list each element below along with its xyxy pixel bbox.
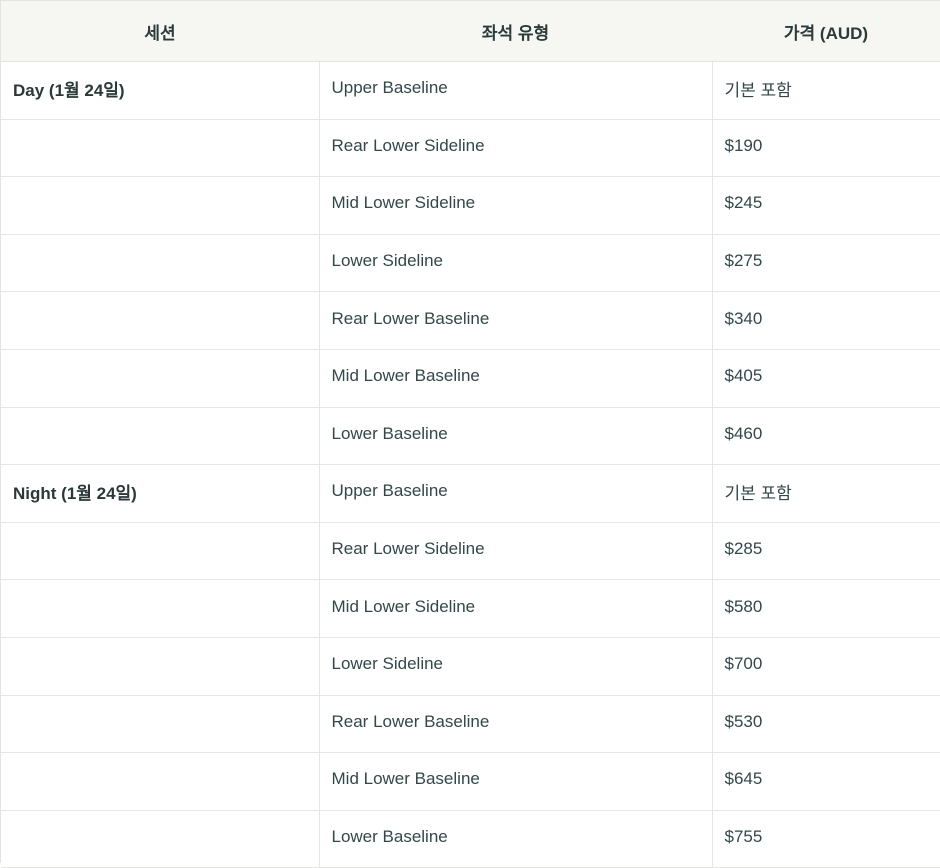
price-cell: $285	[712, 522, 940, 581]
seat-type-cell: Rear Lower Sideline	[318, 522, 713, 581]
price-label: $340	[724, 308, 763, 328]
price-cell: $645	[712, 752, 940, 811]
price-label: 기본 포함	[724, 483, 792, 503]
session-label: Night (1월 24일)	[13, 483, 137, 503]
seat-type-label: Lower Baseline	[331, 827, 448, 847]
session-cell	[1, 579, 319, 638]
price-cell: $340	[712, 291, 940, 350]
seat-type-cell: Lower Sideline	[318, 234, 713, 293]
seat-type-cell: Upper Baseline	[318, 61, 713, 120]
seat-type-cell: Mid Lower Sideline	[318, 176, 713, 235]
table-row: Rear Lower Sideline $285	[1, 522, 940, 581]
seat-type-cell: Rear Lower Baseline	[318, 291, 713, 350]
header-seat-type: 좌석 유형	[319, 0, 712, 62]
price-cell: $190	[712, 119, 940, 178]
price-cell: $405	[712, 349, 940, 408]
price-label: $700	[724, 654, 763, 674]
table-body: Day (1월 24일) Upper Baseline 기본 포함 Rear Lowe…	[1, 61, 940, 868]
seat-type-label: Mid Lower Baseline	[331, 366, 480, 386]
header-price: 가격 (AUD)	[712, 0, 940, 62]
price-label: $275	[724, 251, 763, 271]
price-label: $405	[724, 366, 763, 386]
session-cell	[1, 752, 319, 811]
price-cell: $755	[712, 810, 940, 868]
session-cell	[1, 810, 319, 868]
session-cell	[1, 637, 319, 696]
price-cell: 기본 포함	[712, 464, 940, 523]
price-cell: $530	[712, 695, 940, 754]
price-label: $190	[724, 135, 763, 155]
seat-type-label: Mid Lower Sideline	[331, 596, 476, 616]
table-row: Mid Lower Sideline $580	[1, 579, 940, 638]
price-label: $530	[724, 711, 763, 731]
price-cell: $275	[712, 234, 940, 293]
price-cell: $700	[712, 637, 940, 696]
price-cell: $580	[712, 579, 940, 638]
header-session: 세션	[1, 0, 319, 62]
session-cell	[1, 407, 319, 466]
table-row: Mid Lower Baseline $645	[1, 752, 940, 811]
price-label: 기본 포함	[724, 80, 792, 100]
price-cell: $460	[712, 407, 940, 466]
price-label: $645	[724, 769, 763, 789]
seat-type-label: Rear Lower Baseline	[331, 308, 490, 328]
seat-type-label: Mid Lower Baseline	[331, 769, 480, 789]
table-row: Night (1월 24일) Upper Baseline 기본 포함	[1, 464, 940, 523]
price-label: $755	[724, 827, 763, 847]
header-row: 세션 좌석 유형 가격 (AUD)	[1, 0, 940, 62]
seat-type-label: Lower Sideline	[331, 251, 444, 271]
table-row: Lower Sideline $275	[1, 234, 940, 293]
price-cell: $245	[712, 176, 940, 235]
seat-type-label: Upper Baseline	[331, 481, 448, 501]
price-cell: 기본 포함	[712, 61, 940, 120]
table-row: Lower Baseline $755	[1, 810, 940, 868]
pricing-table-container: 세션 좌석 유형 가격 (AUD) Day (1월 24일) Upper Base…	[0, 0, 940, 868]
table-row: Rear Lower Baseline $340	[1, 291, 940, 350]
session-cell: Day (1월 24일)	[1, 61, 319, 120]
table-row: Day (1월 24일) Upper Baseline 기본 포함	[1, 61, 940, 120]
session-cell	[1, 695, 319, 754]
session-cell	[1, 522, 319, 581]
seat-type-cell: Lower Sideline	[318, 637, 713, 696]
table-row: Mid Lower Sideline $245	[1, 176, 940, 235]
seat-type-cell: Rear Lower Baseline	[318, 695, 713, 754]
session-cell: Night (1월 24일)	[1, 464, 319, 523]
seat-type-label: Rear Lower Baseline	[331, 711, 490, 731]
pricing-table: 세션 좌석 유형 가격 (AUD) Day (1월 24일) Upper Base…	[1, 0, 940, 868]
seat-type-label: Rear Lower Sideline	[331, 539, 485, 559]
session-cell	[1, 176, 319, 235]
seat-type-cell: Mid Lower Baseline	[318, 752, 713, 811]
seat-type-cell: Rear Lower Sideline	[318, 119, 713, 178]
table-row: Rear Lower Sideline $190	[1, 119, 940, 178]
price-label: $460	[724, 423, 763, 443]
seat-type-label: Mid Lower Sideline	[331, 193, 476, 213]
seat-type-label: Rear Lower Sideline	[331, 135, 485, 155]
table-row: Mid Lower Baseline $405	[1, 349, 940, 408]
seat-type-label: Lower Sideline	[331, 654, 444, 674]
seat-type-cell: Mid Lower Baseline	[318, 349, 713, 408]
session-cell	[1, 234, 319, 293]
session-cell	[1, 291, 319, 350]
price-label: $245	[724, 193, 763, 213]
seat-type-label: Lower Baseline	[331, 423, 448, 443]
table-row: Lower Baseline $460	[1, 407, 940, 466]
price-label: $580	[724, 596, 763, 616]
seat-type-cell: Upper Baseline	[318, 464, 713, 523]
seat-type-cell: Mid Lower Sideline	[318, 579, 713, 638]
session-label: Day (1월 24일)	[13, 80, 125, 100]
table-header: 세션 좌석 유형 가격 (AUD)	[1, 0, 940, 62]
session-cell	[1, 119, 319, 178]
seat-type-cell: Lower Baseline	[318, 810, 713, 868]
table-row: Rear Lower Baseline $530	[1, 695, 940, 754]
seat-type-cell: Lower Baseline	[318, 407, 713, 466]
table-row: Lower Sideline $700	[1, 637, 940, 696]
price-label: $285	[724, 539, 763, 559]
session-cell	[1, 349, 319, 408]
seat-type-label: Upper Baseline	[331, 78, 448, 98]
